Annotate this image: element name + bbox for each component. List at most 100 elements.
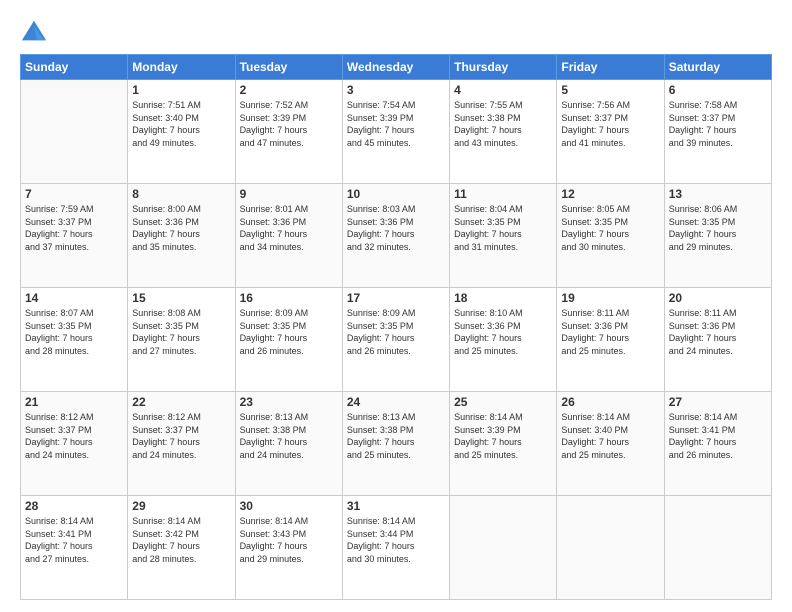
day-info: Sunrise: 8:14 AM Sunset: 3:42 PM Dayligh… bbox=[132, 515, 230, 565]
day-cell: 29 Sunrise: 8:14 AM Sunset: 3:42 PM Dayli… bbox=[128, 496, 235, 600]
day-info: Sunrise: 8:11 AM Sunset: 3:36 PM Dayligh… bbox=[561, 307, 659, 357]
day-info: Sunrise: 7:56 AM Sunset: 3:37 PM Dayligh… bbox=[561, 99, 659, 149]
day-number: 4 bbox=[454, 83, 552, 97]
day-cell: 2 Sunrise: 7:52 AM Sunset: 3:39 PM Daylig… bbox=[235, 80, 342, 184]
day-cell: 8 Sunrise: 8:00 AM Sunset: 3:36 PM Daylig… bbox=[128, 184, 235, 288]
day-cell: 4Sunrise: 7:55 AM Sunset: 3:38 PM Daylig… bbox=[450, 80, 557, 184]
day-number: 31 bbox=[347, 499, 445, 513]
day-number: 19 bbox=[561, 291, 659, 305]
day-info: Sunrise: 8:14 AM Sunset: 3:41 PM Dayligh… bbox=[25, 515, 123, 565]
logo-icon bbox=[20, 18, 48, 46]
day-cell: 26 Sunrise: 8:14 AM Sunset: 3:40 PM Dayli… bbox=[557, 392, 664, 496]
day-number: 15 bbox=[132, 291, 230, 305]
day-number: 24 bbox=[347, 395, 445, 409]
day-number: 12 bbox=[561, 187, 659, 201]
day-number: 5 bbox=[561, 83, 659, 97]
day-info: Sunrise: 7:59 AM Sunset: 3:37 PM Dayligh… bbox=[25, 203, 123, 253]
day-cell: 13 Sunrise: 8:06 AM Sunset: 3:35 PM Dayli… bbox=[664, 184, 771, 288]
week-row-3: 21 Sunrise: 8:12 AM Sunset: 3:37 PM Dayli… bbox=[21, 392, 772, 496]
day-info: Sunrise: 8:12 AM Sunset: 3:37 PM Dayligh… bbox=[132, 411, 230, 461]
day-cell: 15 Sunrise: 8:08 AM Sunset: 3:35 PM Dayli… bbox=[128, 288, 235, 392]
day-cell: 25Sunrise: 8:14 AM Sunset: 3:39 PM Dayli… bbox=[450, 392, 557, 496]
weekday-header-monday: Monday bbox=[128, 55, 235, 80]
day-info: Sunrise: 8:03 AM Sunset: 3:36 PM Dayligh… bbox=[347, 203, 445, 253]
day-cell bbox=[557, 496, 664, 600]
day-number: 6 bbox=[669, 83, 767, 97]
day-cell: 5 Sunrise: 7:56 AM Sunset: 3:37 PM Daylig… bbox=[557, 80, 664, 184]
day-info: Sunrise: 8:05 AM Sunset: 3:35 PM Dayligh… bbox=[561, 203, 659, 253]
day-cell bbox=[21, 80, 128, 184]
day-info: Sunrise: 8:01 AM Sunset: 3:36 PM Dayligh… bbox=[240, 203, 338, 253]
day-cell: 17Sunrise: 8:09 AM Sunset: 3:35 PM Dayli… bbox=[342, 288, 449, 392]
day-info: Sunrise: 8:10 AM Sunset: 3:36 PM Dayligh… bbox=[454, 307, 552, 357]
day-cell bbox=[664, 496, 771, 600]
day-cell: 14 Sunrise: 8:07 AM Sunset: 3:35 PM Dayli… bbox=[21, 288, 128, 392]
day-number: 9 bbox=[240, 187, 338, 201]
week-row-0: 1Sunrise: 7:51 AM Sunset: 3:40 PM Daylig… bbox=[21, 80, 772, 184]
day-number: 23 bbox=[240, 395, 338, 409]
weekday-header-saturday: Saturday bbox=[664, 55, 771, 80]
day-info: Sunrise: 8:14 AM Sunset: 3:41 PM Dayligh… bbox=[669, 411, 767, 461]
day-info: Sunrise: 8:12 AM Sunset: 3:37 PM Dayligh… bbox=[25, 411, 123, 461]
day-cell: 22 Sunrise: 8:12 AM Sunset: 3:37 PM Dayli… bbox=[128, 392, 235, 496]
day-number: 7 bbox=[25, 187, 123, 201]
day-cell: 11 Sunrise: 8:04 AM Sunset: 3:35 PM Dayli… bbox=[450, 184, 557, 288]
day-number: 29 bbox=[132, 499, 230, 513]
day-cell: 16Sunrise: 8:09 AM Sunset: 3:35 PM Dayli… bbox=[235, 288, 342, 392]
weekday-row: SundayMondayTuesdayWednesdayThursdayFrid… bbox=[21, 55, 772, 80]
day-info: Sunrise: 7:52 AM Sunset: 3:39 PM Dayligh… bbox=[240, 99, 338, 149]
weekday-header-sunday: Sunday bbox=[21, 55, 128, 80]
day-number: 11 bbox=[454, 187, 552, 201]
calendar-header: SundayMondayTuesdayWednesdayThursdayFrid… bbox=[21, 55, 772, 80]
day-info: Sunrise: 8:08 AM Sunset: 3:35 PM Dayligh… bbox=[132, 307, 230, 357]
day-info: Sunrise: 8:11 AM Sunset: 3:36 PM Dayligh… bbox=[669, 307, 767, 357]
day-cell: 24 Sunrise: 8:13 AM Sunset: 3:38 PM Dayli… bbox=[342, 392, 449, 496]
weekday-header-friday: Friday bbox=[557, 55, 664, 80]
day-number: 21 bbox=[25, 395, 123, 409]
week-row-1: 7 Sunrise: 7:59 AM Sunset: 3:37 PM Daylig… bbox=[21, 184, 772, 288]
day-cell: 28Sunrise: 8:14 AM Sunset: 3:41 PM Dayli… bbox=[21, 496, 128, 600]
day-number: 25 bbox=[454, 395, 552, 409]
week-row-2: 14 Sunrise: 8:07 AM Sunset: 3:35 PM Dayli… bbox=[21, 288, 772, 392]
day-cell: 10 Sunrise: 8:03 AM Sunset: 3:36 PM Dayli… bbox=[342, 184, 449, 288]
logo bbox=[20, 18, 52, 46]
day-number: 22 bbox=[132, 395, 230, 409]
day-number: 13 bbox=[669, 187, 767, 201]
day-number: 2 bbox=[240, 83, 338, 97]
day-info: Sunrise: 8:07 AM Sunset: 3:35 PM Dayligh… bbox=[25, 307, 123, 357]
day-info: Sunrise: 8:00 AM Sunset: 3:36 PM Dayligh… bbox=[132, 203, 230, 253]
day-info: Sunrise: 8:06 AM Sunset: 3:35 PM Dayligh… bbox=[669, 203, 767, 253]
calendar-table: SundayMondayTuesdayWednesdayThursdayFrid… bbox=[20, 54, 772, 600]
day-number: 18 bbox=[454, 291, 552, 305]
day-cell: 9 Sunrise: 8:01 AM Sunset: 3:36 PM Daylig… bbox=[235, 184, 342, 288]
day-cell: 31 Sunrise: 8:14 AM Sunset: 3:44 PM Dayli… bbox=[342, 496, 449, 600]
day-number: 1 bbox=[132, 83, 230, 97]
day-cell: 3Sunrise: 7:54 AM Sunset: 3:39 PM Daylig… bbox=[342, 80, 449, 184]
day-number: 20 bbox=[669, 291, 767, 305]
day-info: Sunrise: 8:09 AM Sunset: 3:35 PM Dayligh… bbox=[347, 307, 445, 357]
day-number: 30 bbox=[240, 499, 338, 513]
day-info: Sunrise: 8:09 AM Sunset: 3:35 PM Dayligh… bbox=[240, 307, 338, 357]
day-number: 3 bbox=[347, 83, 445, 97]
day-cell: 7 Sunrise: 7:59 AM Sunset: 3:37 PM Daylig… bbox=[21, 184, 128, 288]
day-number: 14 bbox=[25, 291, 123, 305]
day-info: Sunrise: 8:13 AM Sunset: 3:38 PM Dayligh… bbox=[240, 411, 338, 461]
day-cell: 12 Sunrise: 8:05 AM Sunset: 3:35 PM Dayli… bbox=[557, 184, 664, 288]
day-info: Sunrise: 8:14 AM Sunset: 3:40 PM Dayligh… bbox=[561, 411, 659, 461]
day-info: Sunrise: 7:58 AM Sunset: 3:37 PM Dayligh… bbox=[669, 99, 767, 149]
day-cell: 30 Sunrise: 8:14 AM Sunset: 3:43 PM Dayli… bbox=[235, 496, 342, 600]
day-info: Sunrise: 8:13 AM Sunset: 3:38 PM Dayligh… bbox=[347, 411, 445, 461]
day-number: 10 bbox=[347, 187, 445, 201]
header bbox=[20, 18, 772, 46]
page: SundayMondayTuesdayWednesdayThursdayFrid… bbox=[0, 0, 792, 612]
day-info: Sunrise: 8:04 AM Sunset: 3:35 PM Dayligh… bbox=[454, 203, 552, 253]
day-cell: 19 Sunrise: 8:11 AM Sunset: 3:36 PM Dayli… bbox=[557, 288, 664, 392]
day-info: Sunrise: 8:14 AM Sunset: 3:44 PM Dayligh… bbox=[347, 515, 445, 565]
weekday-header-wednesday: Wednesday bbox=[342, 55, 449, 80]
day-number: 26 bbox=[561, 395, 659, 409]
day-cell: 21 Sunrise: 8:12 AM Sunset: 3:37 PM Dayli… bbox=[21, 392, 128, 496]
day-info: Sunrise: 8:14 AM Sunset: 3:43 PM Dayligh… bbox=[240, 515, 338, 565]
day-cell: 23 Sunrise: 8:13 AM Sunset: 3:38 PM Dayli… bbox=[235, 392, 342, 496]
day-number: 8 bbox=[132, 187, 230, 201]
weekday-header-tuesday: Tuesday bbox=[235, 55, 342, 80]
